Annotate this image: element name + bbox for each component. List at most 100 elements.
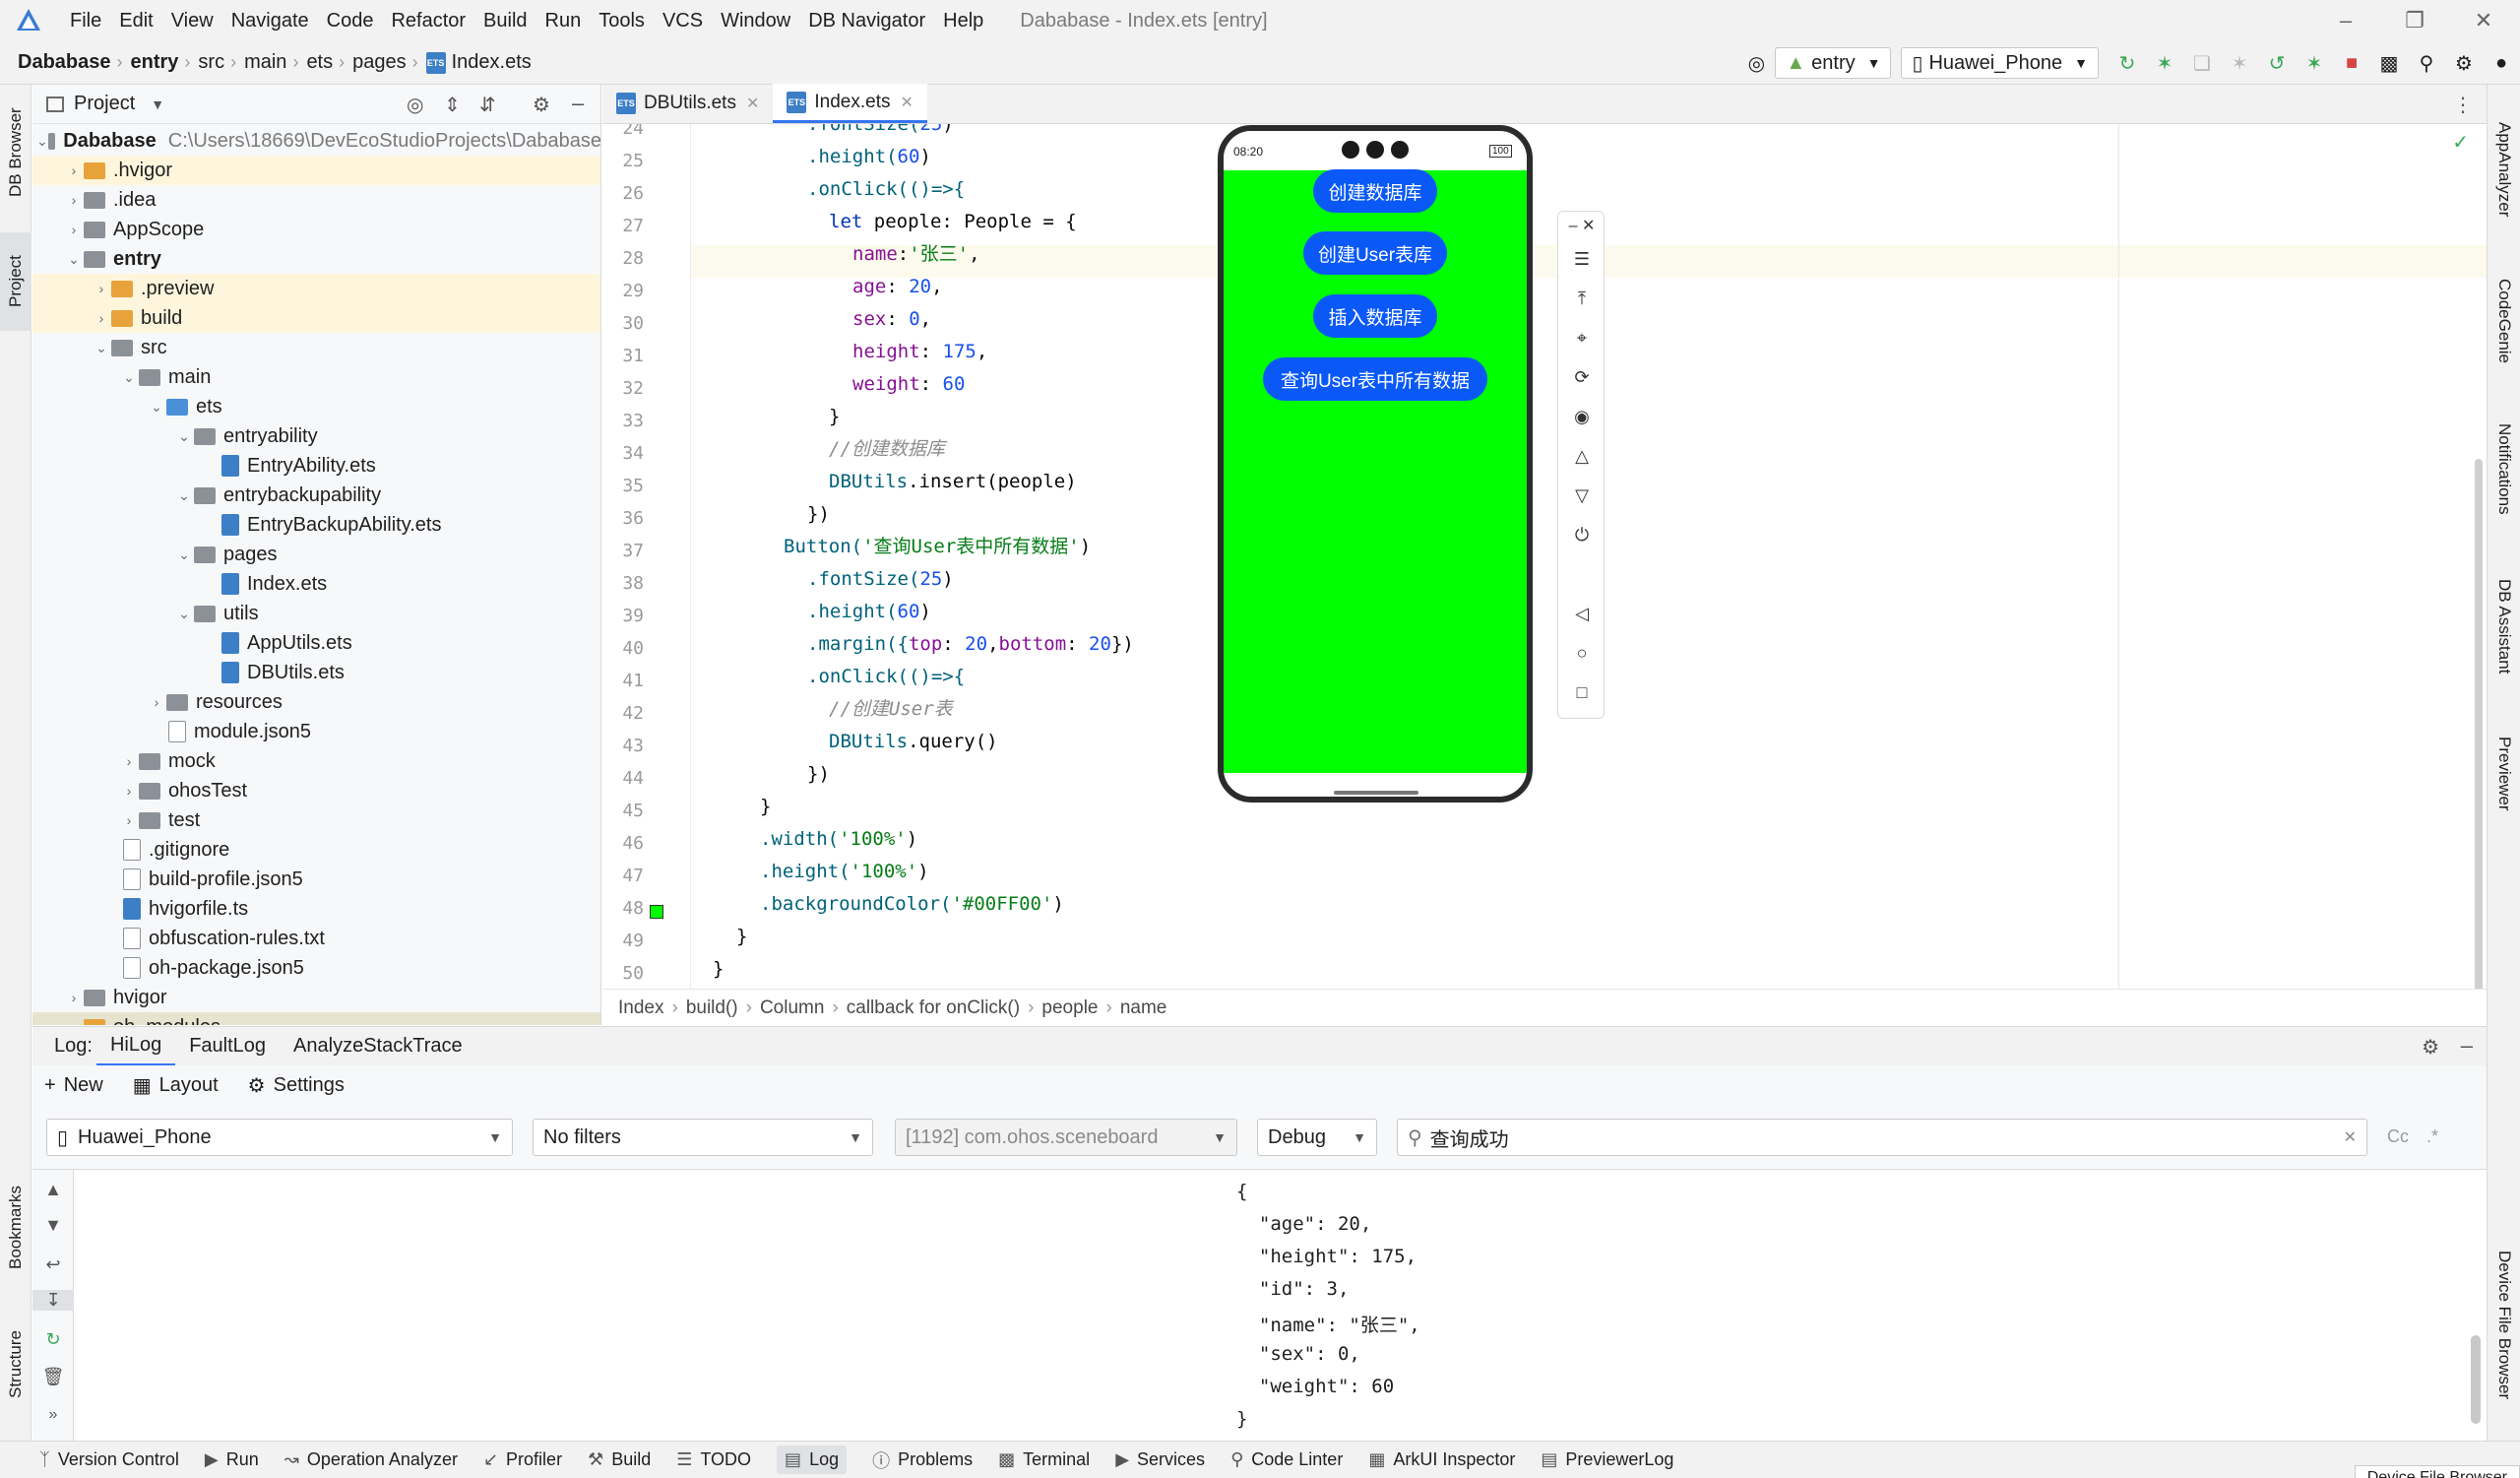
tab-faultlog[interactable]: FaultLog (175, 1027, 280, 1066)
tool-build[interactable]: ⚒ Build (588, 1449, 651, 1470)
tree-item[interactable]: › build (32, 303, 600, 333)
power-icon[interactable]: ⏻ (1558, 525, 1606, 546)
tree-item[interactable]: › AppScope (32, 215, 205, 244)
breadcrumb-pages[interactable]: pages (345, 51, 407, 74)
editor-scrollbar[interactable] (2475, 459, 2483, 989)
code-breadcrumb-item[interactable]: people (1041, 997, 1098, 1019)
tab-bookmarks[interactable]: Bookmarks (0, 1168, 32, 1286)
breadcrumb-project[interactable]: Dababase (0, 51, 111, 74)
breadcrumb-src[interactable]: src (190, 51, 224, 74)
profile-icon[interactable]: ✶ (2227, 50, 2252, 76)
tree-item[interactable]: oh-package.json5 (32, 953, 304, 983)
tab-previewer[interactable]: Previewer (2488, 715, 2520, 833)
gear-icon[interactable]: ⚙ (2451, 50, 2477, 76)
rerun-icon[interactable]: ↻ (2114, 50, 2140, 76)
breadcrumb-file[interactable]: Index.ets (446, 51, 532, 74)
tree-item[interactable]: build-profile.json5 (32, 865, 303, 894)
tool-run[interactable]: ▶ Run (205, 1449, 259, 1470)
device-select[interactable]: ▯ Huawei_Phone ▼ (1901, 47, 2099, 79)
tree-item[interactable]: › .idea (32, 185, 157, 215)
tab-hilog[interactable]: HiLog (95, 1027, 176, 1066)
scroll-down-icon[interactable]: ▼ (32, 1215, 74, 1236)
tree-item[interactable]: › .hvigor (32, 156, 600, 185)
insert-database-button[interactable]: 插入数据库 (1313, 294, 1437, 338)
tree-item[interactable]: module.json5 (32, 717, 311, 746)
tree-item[interactable]: › hvigor (32, 983, 167, 1012)
tool-version-control[interactable]: ᛉ Version Control (39, 1449, 179, 1470)
hide-panel-icon[interactable]: – (2461, 1033, 2473, 1059)
breadcrumb-ets[interactable]: ets (298, 51, 333, 74)
device-file-browser-popup[interactable]: Device File Browser (2354, 1465, 2520, 1478)
query-user-table-button[interactable]: 查询User表中所有数据 (1263, 357, 1487, 401)
debug-icon[interactable]: ✶ (2152, 50, 2177, 76)
tree-item[interactable]: .gitignore (32, 835, 229, 865)
menu-code[interactable]: Code (318, 10, 383, 32)
close-icon[interactable]: ✕ (746, 94, 759, 113)
tab-codegenie[interactable]: CodeGenie (2488, 262, 2520, 380)
tab-dbutils[interactable]: ETS DBUtils.ets ✕ (602, 84, 773, 123)
module-select[interactable]: ▲ entry ▼ (1775, 47, 1892, 79)
settings-button[interactable]: ⚙ Settings (248, 1073, 345, 1098)
tool-todo[interactable]: ☰ TODO (676, 1449, 751, 1470)
expand-all-icon[interactable]: ⇕ (444, 93, 461, 117)
process-filter-select[interactable]: [1192] com.ohos.sceneboard ▼ (895, 1119, 1237, 1156)
tree-item[interactable]: DBUtils.ets (32, 658, 345, 687)
more-tabs-icon[interactable]: ⋮ (2453, 93, 2473, 117)
close-window-icon[interactable]: ✕ (2467, 4, 2500, 37)
tree-item[interactable]: ⌄ ets (32, 392, 222, 421)
tree-item[interactable]: ⌄ src (32, 333, 167, 362)
minimize-icon[interactable]: – (2329, 4, 2362, 37)
chevron-down-icon[interactable]: ▼ (151, 96, 164, 112)
screenshot-icon[interactable]: ⌖ (1558, 328, 1606, 349)
tool-log[interactable]: ▤ Log (777, 1446, 848, 1474)
project-view-title[interactable]: Project (74, 93, 135, 115)
tree-item[interactable]: EntryBackupAbility.ets (32, 510, 442, 540)
code-breadcrumb-item[interactable]: name (1120, 997, 1167, 1019)
code-breadcrumb-item[interactable]: callback for onClick() (847, 997, 1020, 1019)
tree-item[interactable]: › oh_modules (32, 1012, 600, 1025)
tree-item[interactable]: ⌄ main (32, 362, 211, 392)
search-icon[interactable]: ⚲ (2414, 50, 2439, 76)
tab-notifications[interactable]: Notifications (2488, 400, 2520, 538)
tree-item[interactable]: › mock (32, 746, 216, 776)
menu-vcs[interactable]: VCS (654, 10, 712, 32)
log-filter-select[interactable]: No filters ▼ (533, 1119, 873, 1156)
tree-root[interactable]: ⌄ Dababase C:\Users\18669\DevEcoStudioPr… (32, 126, 600, 156)
rotate-icon[interactable]: ⟳ (1558, 367, 1606, 388)
menu-help[interactable]: Help (934, 10, 992, 32)
menu-db-navigator[interactable]: DB Navigator (799, 10, 934, 32)
log-search-input[interactable]: ⚲ 查询成功 ✕ (1397, 1119, 2367, 1156)
tool-profiler[interactable]: ↙ Profiler (483, 1449, 562, 1470)
tree-item[interactable]: hvigorfile.ts (32, 894, 248, 924)
tool-arkui-inspector[interactable]: ▦ ArkUI Inspector (1368, 1449, 1515, 1470)
hide-panel-icon[interactable]: – (572, 91, 584, 116)
tree-item[interactable]: ⌄ utils (32, 599, 258, 628)
regex-toggle[interactable]: .* (2426, 1126, 2438, 1147)
tool-previewer-log[interactable]: ▤ PreviewerLog (1541, 1449, 1673, 1470)
tab-project[interactable]: Project (0, 232, 32, 331)
log-level-select[interactable]: Debug ▼ (1257, 1119, 1377, 1156)
tool-code-linter[interactable]: ⚲ Code Linter (1230, 1449, 1343, 1470)
tree-item[interactable]: › .preview (32, 274, 600, 303)
toolbar-minimize-icon[interactable]: – ✕ (1558, 216, 1606, 235)
layout-button[interactable]: ▦ Layout (133, 1073, 219, 1098)
tool-problems[interactable]: ⓘ Problems (872, 1447, 973, 1473)
clear-icon[interactable]: ✕ (2344, 1127, 2357, 1147)
volume-down-icon[interactable]: ▽ (1558, 485, 1606, 506)
more-icon[interactable]: » (32, 1406, 74, 1424)
tab-analyze-stack-trace[interactable]: AnalyzeStackTrace (280, 1027, 476, 1066)
tab-db-assistant[interactable]: DB Assistant (2488, 557, 2520, 695)
attach-debugger-icon[interactable]: ❏ (2189, 50, 2215, 76)
tree-item[interactable]: ⌄ pages (32, 540, 277, 569)
breadcrumb-main[interactable]: main (236, 51, 286, 74)
gear-icon[interactable]: ⚙ (2422, 1035, 2439, 1060)
device-manager-icon[interactable]: ▩ (2376, 50, 2402, 76)
tree-item[interactable]: AppUtils.ets (32, 628, 352, 658)
tree-item[interactable]: Index.ets (32, 569, 327, 599)
tree-item[interactable]: › test (32, 805, 201, 835)
tab-db-browser[interactable]: DB Browser (0, 98, 32, 207)
menu-run[interactable]: Run (536, 10, 591, 32)
restart-icon[interactable]: ↻ (32, 1329, 74, 1350)
stop-icon[interactable]: ■ (2339, 50, 2364, 76)
menu-build[interactable]: Build (474, 10, 536, 32)
